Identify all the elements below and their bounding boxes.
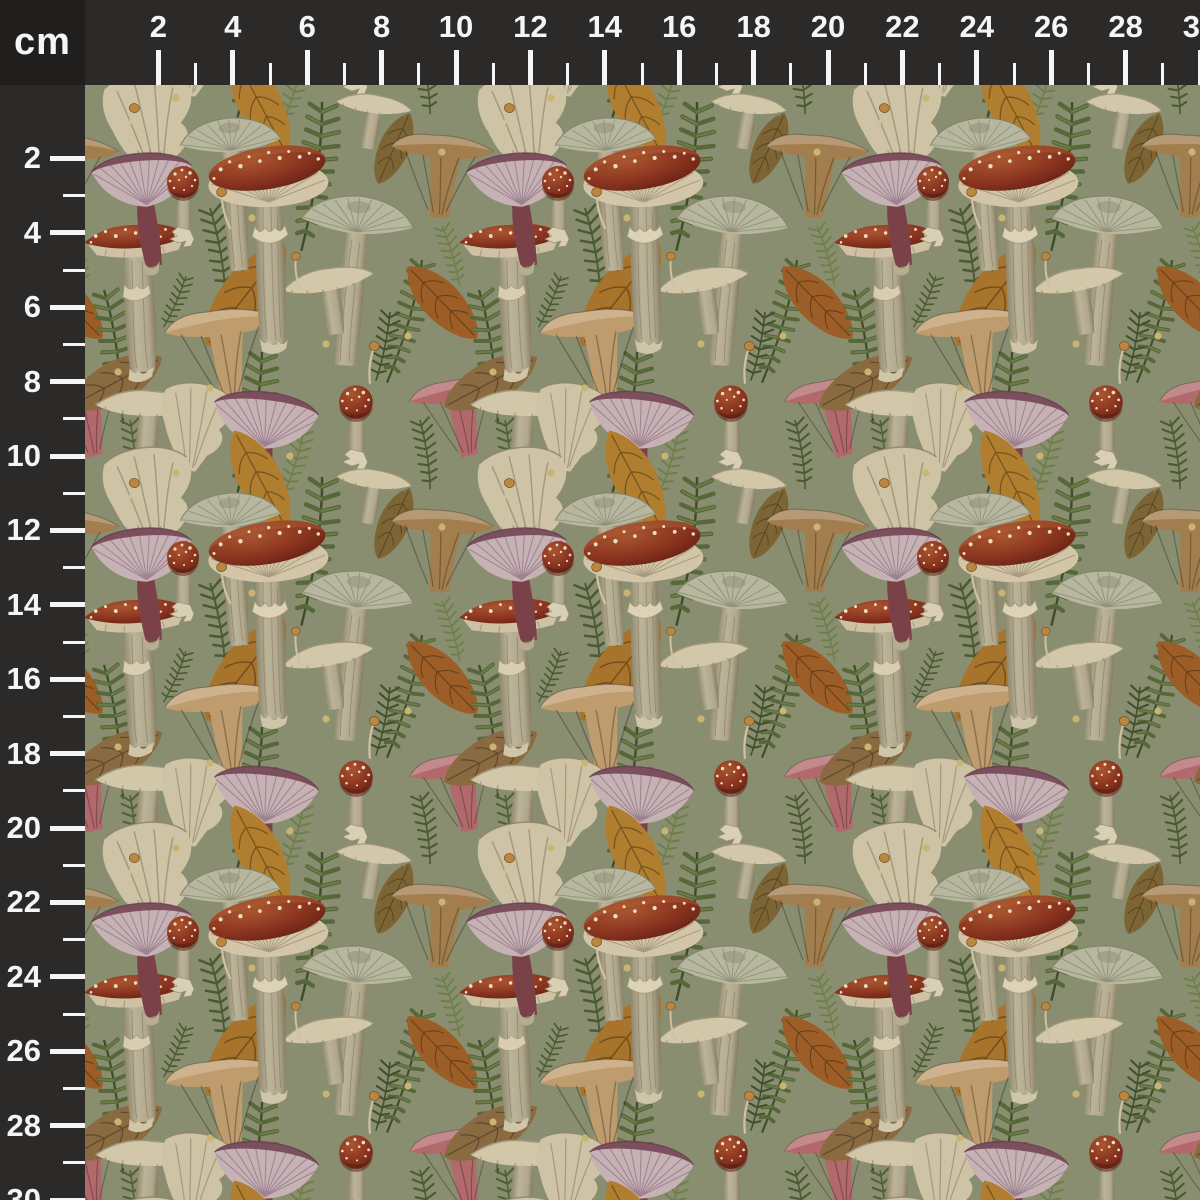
ruler-tick-major	[156, 50, 161, 85]
ruler-tick-major	[305, 50, 310, 85]
ruler-tick-minor	[789, 63, 792, 85]
ruler-tick-major	[50, 454, 85, 459]
fabric-swatch-screenshot: 24681012141618202224262830 2468101214161…	[0, 0, 1200, 1200]
ruler-tick-minor	[63, 1161, 85, 1164]
ruler-number: 26	[7, 1035, 41, 1066]
ruler-number: 18	[7, 737, 41, 768]
ruler-tick-major	[230, 50, 235, 85]
ruler-tick-minor	[864, 63, 867, 85]
ruler-number: 22	[885, 11, 919, 42]
ruler-number: 22	[7, 886, 41, 917]
ruler-tick-minor	[63, 789, 85, 792]
ruler-tick-major	[50, 900, 85, 905]
ruler-tick-minor	[938, 63, 941, 85]
ruler-tick-minor	[63, 269, 85, 272]
ruler-tick-major	[50, 1123, 85, 1128]
fabric-texture	[85, 85, 1200, 1200]
ruler-tick-minor	[194, 63, 197, 85]
ruler-tick-minor	[1161, 63, 1164, 85]
ruler-number: 16	[662, 11, 696, 42]
ruler-tick-minor	[63, 1087, 85, 1090]
ruler-tick-major	[1049, 50, 1054, 85]
ruler-number: 6	[299, 11, 316, 42]
ruler-tick-minor	[566, 63, 569, 85]
ruler-tick-major	[50, 528, 85, 533]
ruler-tick-minor	[63, 417, 85, 420]
ruler-tick-minor	[1087, 63, 1090, 85]
ruler-tick-major	[528, 50, 533, 85]
ruler-unit-box: cm	[0, 0, 85, 85]
ruler-number: 26	[1034, 11, 1068, 42]
ruler-number: 8	[373, 11, 390, 42]
ruler-tick-minor	[343, 63, 346, 85]
ruler-tick-minor	[63, 864, 85, 867]
ruler-number: 20	[811, 11, 845, 42]
ruler-number: 28	[1108, 11, 1142, 42]
ruler-tick-minor	[641, 63, 644, 85]
ruler-tick-minor	[1013, 63, 1016, 85]
ruler-tick-major	[900, 50, 905, 85]
ruler-tick-minor	[63, 492, 85, 495]
ruler-tick-minor	[63, 343, 85, 346]
ruler-number: 4	[24, 217, 41, 248]
ruler-tick-major	[454, 50, 459, 85]
ruler-number: 20	[7, 812, 41, 843]
ruler-number: 30	[7, 1184, 41, 1200]
ruler-tick-minor	[269, 63, 272, 85]
ruler-tick-major	[50, 230, 85, 235]
mushroom-pattern-graphic	[85, 85, 1200, 1200]
ruler-tick-minor	[63, 938, 85, 941]
ruler-number: 12	[7, 514, 41, 545]
ruler-tick-minor	[492, 63, 495, 85]
ruler-tick-minor	[63, 715, 85, 718]
ruler-number: 4	[224, 11, 241, 42]
ruler-tick-minor	[715, 63, 718, 85]
ruler-number: 28	[7, 1109, 41, 1140]
ruler-unit-label: cm	[14, 21, 71, 64]
ruler-vertical: 24681012141618202224262830	[0, 0, 85, 1200]
ruler-tick-major	[1123, 50, 1128, 85]
ruler-number: 2	[24, 142, 41, 173]
ruler-tick-major	[602, 50, 607, 85]
ruler-tick-minor	[63, 194, 85, 197]
ruler-number: 24	[960, 11, 994, 42]
ruler-tick-major	[50, 602, 85, 607]
ruler-number: 6	[24, 291, 41, 322]
ruler-tick-major	[50, 1049, 85, 1054]
ruler-number: 14	[7, 589, 41, 620]
ruler-tick-major	[50, 826, 85, 831]
ruler-tick-major	[677, 50, 682, 85]
ruler-number: 16	[7, 663, 41, 694]
ruler-number: 10	[439, 11, 473, 42]
ruler-tick-major	[50, 677, 85, 682]
ruler-horizontal: 24681012141618202224262830	[0, 0, 1200, 85]
ruler-tick-major	[50, 156, 85, 161]
ruler-tick-minor	[63, 566, 85, 569]
ruler-tick-major	[379, 50, 384, 85]
ruler-tick-major	[50, 379, 85, 384]
ruler-number: 12	[513, 11, 547, 42]
ruler-tick-major	[50, 751, 85, 756]
ruler-number: 30	[1183, 11, 1200, 42]
ruler-number: 2	[150, 11, 167, 42]
ruler-tick-minor	[417, 63, 420, 85]
ruler-number: 8	[24, 365, 41, 396]
ruler-tick-minor	[63, 641, 85, 644]
ruler-tick-major	[751, 50, 756, 85]
ruler-tick-major	[974, 50, 979, 85]
ruler-number: 24	[7, 961, 41, 992]
ruler-tick-major	[50, 974, 85, 979]
ruler-number: 18	[736, 11, 770, 42]
ruler-tick-major	[826, 50, 831, 85]
ruler-tick-minor	[63, 1013, 85, 1016]
ruler-number: 14	[588, 11, 622, 42]
ruler-tick-major	[50, 305, 85, 310]
fabric-print-area	[85, 85, 1200, 1200]
ruler-number: 10	[7, 440, 41, 471]
